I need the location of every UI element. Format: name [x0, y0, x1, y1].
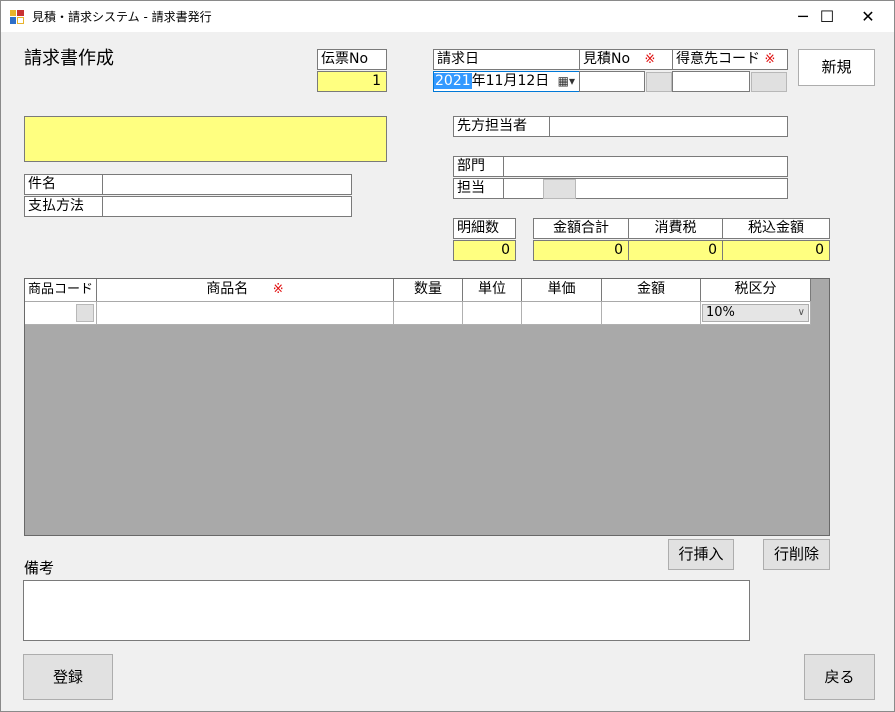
department-input[interactable]	[503, 156, 788, 177]
insert-row-button[interactable]: 行挿入	[668, 539, 734, 570]
register-button[interactable]: 登録	[23, 654, 113, 700]
page-title: 請求書作成	[24, 48, 114, 69]
required-mark: ※	[272, 282, 284, 297]
col-header-amount[interactable]: 金額	[602, 279, 701, 301]
payment-input[interactable]	[102, 196, 352, 217]
customer-name-field	[24, 116, 387, 162]
total-amount-value: 0	[533, 240, 629, 261]
title-bar[interactable]: 見積・請求システム - 請求書発行 ─ ☐ ✕	[1, 1, 894, 32]
customer-code-label: 得意先コード ※	[672, 49, 788, 70]
total-incl-value: 0	[722, 240, 830, 261]
invoice-date-picker[interactable]: 2021年11月12日 ▦▾	[433, 71, 580, 92]
estimate-no-label: 見積No ※	[579, 49, 673, 70]
slip-no-label: 伝票No	[317, 49, 387, 70]
total-incl-label: 税込金額	[722, 218, 830, 239]
col-header-price[interactable]: 単価	[522, 279, 602, 301]
maximize-button[interactable]: ☐	[804, 1, 850, 32]
grid-header: 商品コード 商品名 ※ 数量 単位 単価 金額 税区分	[25, 279, 811, 301]
close-button[interactable]: ✕	[845, 1, 891, 32]
tax-select[interactable]: 10% ∨	[702, 304, 809, 322]
required-mark: ※	[644, 52, 656, 67]
col-header-qty[interactable]: 数量	[394, 279, 463, 301]
estimate-lookup-button[interactable]	[646, 72, 672, 92]
department-label: 部門	[453, 156, 504, 177]
new-button[interactable]: 新規	[798, 49, 875, 86]
contact-input[interactable]	[549, 116, 788, 137]
slip-no-field: 1	[317, 71, 387, 92]
invoice-date-label: 請求日	[433, 49, 580, 70]
customer-code-label-text: 得意先コード	[676, 51, 760, 67]
cell-tax[interactable]: 10% ∨	[701, 302, 811, 324]
tax-value: 0	[628, 240, 723, 261]
col-header-code[interactable]: 商品コード	[25, 279, 97, 301]
customer-code-input[interactable]	[672, 71, 750, 92]
payment-label: 支払方法	[24, 196, 103, 217]
remarks-label: 備考	[24, 559, 55, 577]
cell-qty[interactable]	[394, 302, 463, 324]
back-button[interactable]: 戻る	[804, 654, 875, 700]
app-icon	[10, 10, 24, 24]
chevron-down-icon[interactable]: ∨	[798, 305, 805, 321]
staff-label: 担当	[453, 178, 504, 199]
col-header-name-text: 商品名	[206, 281, 249, 297]
customer-lookup-button[interactable]	[751, 72, 787, 92]
required-mark: ※	[764, 52, 776, 67]
staff-lookup-button[interactable]	[543, 179, 576, 199]
cell-unit[interactable]	[463, 302, 522, 324]
remarks-input[interactable]	[23, 580, 750, 641]
contact-label: 先方担当者	[453, 116, 550, 137]
date-year-selected: 2021	[434, 73, 472, 89]
detail-grid[interactable]: 商品コード 商品名 ※ 数量 単位 単価 金額 税区分 10% ∨	[24, 278, 830, 536]
calendar-dropdown-icon[interactable]: ▦▾	[558, 72, 575, 91]
subject-label: 件名	[24, 174, 103, 195]
subject-input[interactable]	[102, 174, 352, 195]
col-header-tax[interactable]: 税区分	[701, 279, 811, 301]
product-lookup-button[interactable]	[76, 304, 94, 322]
cell-name[interactable]	[97, 302, 394, 324]
delete-row-button[interactable]: 行削除	[763, 539, 830, 570]
cell-price[interactable]	[522, 302, 602, 324]
col-header-name[interactable]: 商品名 ※	[97, 279, 394, 301]
table-row[interactable]: 10% ∨	[25, 302, 811, 325]
cell-amount[interactable]	[602, 302, 701, 324]
estimate-no-label-text: 見積No	[583, 51, 631, 67]
line-count-value: 0	[453, 240, 516, 261]
application-window: 見積・請求システム - 請求書発行 ─ ☐ ✕ 請求書作成 伝票No 1 請求日…	[0, 0, 895, 712]
tax-select-value: 10%	[706, 305, 735, 320]
tax-label: 消費税	[628, 218, 723, 239]
total-amount-label: 金額合計	[533, 218, 629, 239]
window-title: 見積・請求システム - 請求書発行	[32, 10, 212, 24]
col-header-unit[interactable]: 単位	[463, 279, 522, 301]
line-count-label: 明細数	[453, 218, 516, 239]
date-rest: 年11月12日	[471, 73, 550, 89]
estimate-no-input[interactable]	[579, 71, 645, 92]
